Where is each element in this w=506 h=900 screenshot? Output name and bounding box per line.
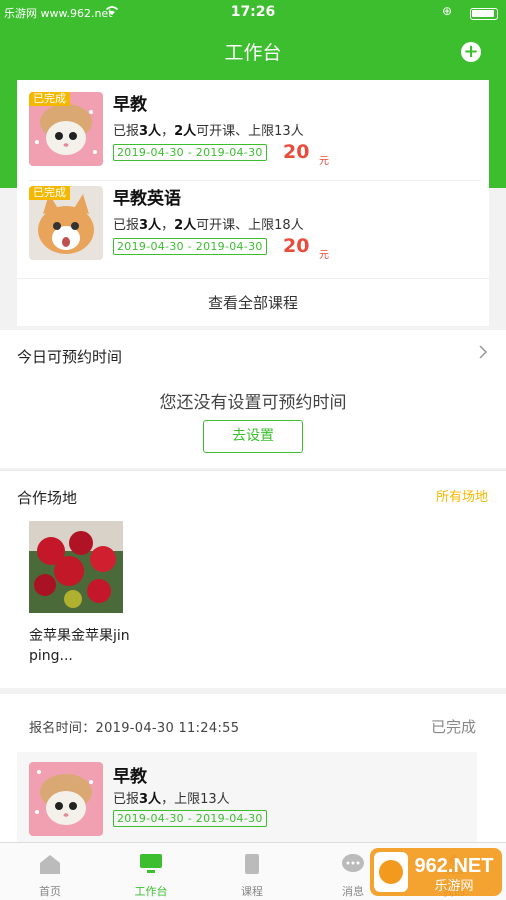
course-thumbnail: 已完成 [29, 186, 103, 260]
course-name: 早教 [113, 95, 147, 115]
status-badge: 已完成 [29, 186, 70, 200]
course-info: 已报3人，2人可开课、上限18人 [113, 218, 304, 233]
status-bar: 乐游网 www.962.net 17:26 ⊕ [0, 0, 506, 26]
status-badge: 已完成 [29, 92, 70, 106]
course-name: 早教英语 [113, 189, 181, 209]
tab-course[interactable]: 课程 [202, 843, 302, 900]
svg-text:962.NET: 962.NET [415, 855, 494, 877]
chevron-right-icon[interactable] [478, 344, 488, 364]
course-date-range: 2019-04-30 - 2019-04-30 [113, 238, 267, 255]
course-price: 20 [283, 141, 310, 163]
course-date-range: 2019-04-30 - 2019-04-30 [113, 810, 267, 827]
all-venues-link[interactable]: 所有场地 [436, 486, 488, 505]
view-all-courses-button[interactable]: 查看全部课程 [17, 278, 489, 326]
svg-text:乐游网: 乐游网 [434, 879, 473, 894]
battery-icon [470, 8, 498, 20]
course-info: 已报3人，2人可开课、上限13人 [113, 124, 304, 139]
venue-title: 合作场地 [17, 489, 78, 507]
rotation-lock-icon: ⊕ [441, 4, 452, 18]
order-status: 已完成 [430, 718, 476, 736]
venue-name: 金苹果金苹果jin ping... [29, 628, 130, 664]
page-title: 工作台 [224, 42, 282, 64]
desk-icon [139, 853, 163, 875]
order-time: 报名时间：2019-04-30 11:24:55 [29, 721, 240, 736]
book-icon [240, 853, 264, 875]
course-item[interactable]: 已完成 早教 已报3人，2人可开课、上限13人 2019-04-30 - 201… [29, 86, 481, 181]
venue-section: 合作场地 所有场地 金苹果金苹果jin ping... [0, 470, 506, 688]
venue-image[interactable] [29, 521, 123, 613]
course-info: 已报3人，上限13人 [113, 792, 230, 807]
course-name: 早教 [113, 767, 147, 787]
watermark-logo: 962.NET 乐游网 [370, 848, 502, 896]
message-icon [341, 853, 365, 875]
course-thumbnail: 已完成 [29, 92, 103, 166]
status-time: 17:26 [230, 4, 276, 20]
appointment-title: 今日可预约时间 [17, 348, 123, 366]
course-price: 20 [283, 235, 310, 257]
add-icon[interactable]: + [461, 42, 481, 62]
order-course-item[interactable]: 早教 已报3人，上限13人 2019-04-30 - 2019-04-30 [17, 752, 477, 842]
tab-home[interactable]: 首页 [0, 843, 100, 900]
course-date-range: 2019-04-30 - 2019-04-30 [113, 144, 267, 161]
go-setup-button[interactable]: 去设置 [203, 420, 303, 453]
price-unit: 元 [319, 156, 329, 167]
order-section: 报名时间：2019-04-30 11:24:55 已完成 早教 已报3人，上限1… [0, 694, 506, 842]
home-icon [38, 853, 62, 875]
course-item[interactable]: 已完成 早教英语 已报3人，2人可开课、上限18人 2019-04-30 - 2… [29, 180, 481, 275]
appointment-section: 今日可预约时间 您还没有设置可预约时间 去设置 [0, 330, 506, 468]
tab-workbench[interactable]: 工作台 [101, 843, 201, 900]
empty-appointment-text: 您还没有设置可预约时间 [159, 393, 347, 413]
price-unit: 元 [319, 250, 329, 261]
course-list-card: 已完成 早教 已报3人，2人可开课、上限13人 2019-04-30 - 201… [17, 80, 489, 278]
course-thumbnail [29, 762, 103, 836]
